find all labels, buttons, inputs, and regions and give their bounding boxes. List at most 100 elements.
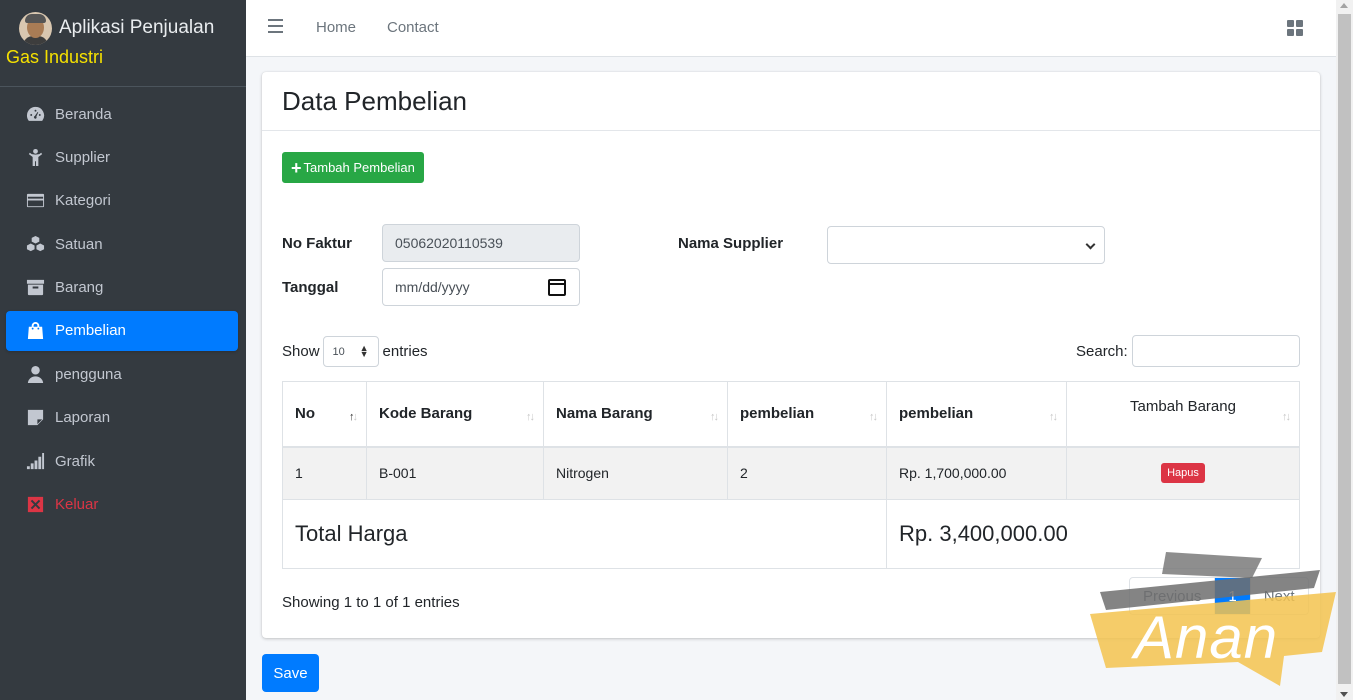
sidebar-item-label: Pembelian [55, 322, 126, 340]
column-header-no[interactable]: No ↑↓ [282, 381, 367, 448]
top-navbar: Home Contact [246, 0, 1336, 57]
total-value: Rp. 3,400,000.00 [886, 499, 1300, 569]
column-header-kode-barang[interactable]: Kode Barang ↑↓ [366, 381, 544, 448]
brand-logo [19, 12, 52, 45]
sidebar-item-supplier[interactable]: Supplier [6, 137, 238, 177]
cell-action: Hapus [1066, 446, 1300, 500]
sidebar-item-kategori[interactable]: Kategori [6, 181, 238, 221]
tanggal-placeholder: mm/dd/yyyy [395, 279, 470, 295]
page-scrollbar[interactable] [1336, 0, 1353, 700]
table-header-row: No ↑↓ Kode Barang ↑↓ Nama Barang ↑↓ pembeli… [282, 381, 1300, 448]
cell-harga: Rp. 1,700,000.00 [886, 446, 1067, 500]
sort-icon: ↑↓ [869, 411, 878, 423]
show-label: Show [282, 343, 320, 360]
tanggal-label: Tanggal [282, 279, 339, 296]
sort-icon: ↑↓ [710, 411, 719, 423]
pagination-next[interactable]: Next [1251, 578, 1308, 614]
save-button[interactable]: Save [262, 654, 319, 692]
sidebar-item-label: Barang [55, 279, 104, 297]
sidebar-item-label: Satuan [55, 235, 103, 253]
column-header-pembelian-qty[interactable]: pembelian ↑↓ [727, 381, 887, 448]
sidebar-item-label: Laporan [55, 409, 111, 427]
nama-supplier-label: Nama Supplier [678, 235, 784, 252]
no-faktur-value: 05062020110539 [395, 235, 503, 251]
sort-asc-icon: ↑↓ [349, 411, 358, 423]
pagination-page-1[interactable]: 1 [1215, 578, 1251, 614]
apps-grid-icon[interactable] [1287, 20, 1303, 36]
scrollbar-thumb[interactable] [1338, 14, 1351, 684]
pagination: Previous 1 Next [1129, 577, 1309, 615]
hapus-button[interactable]: Hapus [1161, 463, 1205, 484]
table-info: Showing 1 to 1 of 1 entries [282, 594, 460, 611]
pembelian-table: No ↑↓ Kode Barang ↑↓ Nama Barang ↑↓ pembeli… [282, 381, 1300, 569]
close-box-icon [25, 495, 45, 515]
page-length-value: 10 [332, 345, 345, 358]
sidebar-item-grafik[interactable]: Grafik [6, 441, 238, 481]
updown-arrows-icon: ▲ ▼ [359, 343, 369, 359]
gauge-icon [25, 104, 45, 124]
sidebar-item-label: Keluar [55, 496, 99, 514]
no-faktur-field[interactable]: 05062020110539 [382, 224, 580, 262]
sidebar-item-barang[interactable]: Barang [6, 268, 238, 308]
shopping-bag-icon [25, 321, 45, 341]
search-input[interactable] [1132, 335, 1300, 367]
scroll-down-icon[interactable] [1340, 692, 1348, 697]
total-row: Total Harga Rp. 3,400,000.00 [282, 499, 1300, 569]
sidebar-item-pengguna[interactable]: pengguna [6, 354, 238, 394]
search-label: Search: [1076, 343, 1128, 360]
chevron-down-icon [1085, 239, 1096, 250]
entries-label: entries [382, 343, 428, 360]
person-icon [25, 147, 45, 167]
sidebar-item-keluar[interactable]: Keluar [6, 485, 238, 525]
sidebar-item-label: pengguna [55, 365, 122, 383]
sidebar-item-satuan[interactable]: Satuan [6, 224, 238, 264]
brand-title: Aplikasi Penjualan [59, 17, 215, 38]
page-length-select[interactable]: 10 ▲ ▼ [322, 336, 379, 367]
pembelian-card: Data Pembelian + Tambah Pembelian No Fak… [262, 72, 1320, 638]
no-faktur-label: No Faktur [282, 235, 353, 252]
cell-nama-barang: Nitrogen [543, 446, 728, 500]
tambah-pembelian-label: Tambah Pembelian [303, 160, 415, 175]
note-icon [25, 408, 45, 428]
sidebar-item-label: Grafik [55, 452, 96, 470]
sidebar-item-label: Beranda [55, 105, 112, 123]
total-label: Total Harga [282, 499, 887, 569]
cell-kode-barang: B-001 [366, 446, 544, 500]
nav-link-contact[interactable]: Contact [387, 19, 439, 36]
nav-link-home[interactable]: Home [316, 19, 356, 36]
column-header-pembelian-harga[interactable]: pembelian ↑↓ [886, 381, 1067, 448]
sidebar: Aplikasi Penjualan Gas Industri Beranda … [0, 0, 246, 700]
sidebar-item-laporan[interactable]: Laporan [6, 398, 238, 438]
pagination-previous[interactable]: Previous [1130, 578, 1216, 614]
sidebar-nav: Beranda Supplier Kategori Satuan Barang … [6, 94, 238, 528]
tambah-pembelian-button[interactable]: + Tambah Pembelian [282, 152, 424, 183]
tanggal-date-input[interactable]: mm/dd/yyyy [382, 268, 580, 306]
scroll-up-icon[interactable] [1340, 3, 1348, 8]
table-row: 1 B-001 Nitrogen 2 Rp. 1,700,000.00 Hapu… [282, 446, 1300, 500]
calendar-icon[interactable] [548, 279, 566, 296]
column-header-tambah-barang[interactable]: Tambah Barang ↑↓ [1066, 381, 1300, 448]
cubes-icon [25, 234, 45, 254]
nama-supplier-select[interactable] [827, 226, 1105, 264]
sidebar-item-beranda[interactable]: Beranda [6, 94, 238, 134]
hamburger-menu-icon[interactable] [268, 19, 286, 37]
sidebar-item-label: Kategori [55, 192, 111, 210]
sort-icon: ↑↓ [1282, 411, 1291, 423]
signal-icon [25, 451, 45, 471]
brand-subtitle: Gas Industri [6, 47, 104, 67]
card-header: Data Pembelian [262, 72, 1320, 131]
user-icon [25, 364, 45, 384]
sidebar-item-pembelian[interactable]: Pembelian [6, 310, 238, 351]
card-icon [25, 191, 45, 211]
plus-icon: + [291, 157, 302, 178]
column-header-nama-barang[interactable]: Nama Barang ↑↓ [543, 381, 728, 448]
page-title: Data Pembelian [282, 86, 467, 116]
sort-icon: ↑↓ [526, 411, 535, 423]
archive-icon [25, 278, 45, 298]
brand[interactable]: Aplikasi Penjualan Gas Industri [0, 0, 246, 87]
cell-jumlah: 2 [727, 446, 887, 500]
sidebar-item-label: Supplier [55, 148, 111, 166]
page-length-control: Show 10 ▲ ▼ entries [282, 336, 428, 367]
sort-icon: ↑↓ [1049, 411, 1058, 423]
cell-no: 1 [282, 446, 367, 500]
